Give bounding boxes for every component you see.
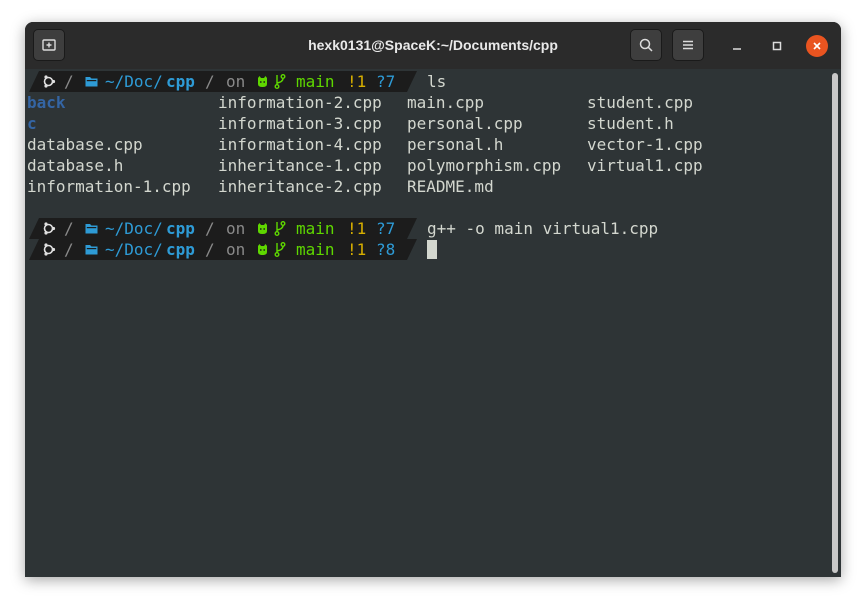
git-untracked-count: ?7 <box>376 72 396 91</box>
prompt-separator: / <box>64 72 74 91</box>
prompt-separator: / <box>205 240 215 259</box>
file-entry: inheritance-2.cpp <box>218 177 382 196</box>
file-entry: information-3.cpp <box>218 114 382 133</box>
git-modified-count: !1 <box>347 72 367 91</box>
close-button[interactable] <box>806 35 828 57</box>
file-entry: main.cpp <box>407 93 485 112</box>
new-tab-icon <box>42 39 56 51</box>
prompt-dir-current: cpp <box>166 72 195 91</box>
github-icon <box>258 223 267 234</box>
ubuntu-icon <box>43 222 56 235</box>
prompt-on-label: on <box>226 219 246 238</box>
file-entry: polymorphism.cpp <box>407 156 562 175</box>
github-icon <box>258 244 267 255</box>
git-untracked-count: ?7 <box>376 219 396 238</box>
git-modified-count: !1 <box>347 240 367 259</box>
git-branch-icon <box>274 74 286 89</box>
github-icon <box>258 76 267 87</box>
file-entry: database.cpp <box>27 135 143 154</box>
terminal-body[interactable]: / ~/Doc/ cpp / on main !1 ?7 ls back c d… <box>25 69 841 577</box>
file-entry: virtual1.cpp <box>587 156 703 175</box>
file-entry: information-1.cpp <box>27 177 191 196</box>
prompt-separator: / <box>64 240 74 259</box>
file-entry: personal.cpp <box>407 114 523 133</box>
search-button[interactable] <box>630 29 662 61</box>
prompt-line: / ~/Doc/ cpp / on main !1 ?7 <box>25 218 417 239</box>
git-modified-count: !1 <box>347 219 367 238</box>
git-branch-name: main <box>296 219 335 238</box>
git-branch-icon <box>274 242 286 257</box>
command-text: ls <box>427 72 447 91</box>
text-cursor <box>427 240 437 259</box>
prompt-dir-prefix: ~/Doc/ <box>105 219 163 238</box>
hamburger-icon <box>683 40 693 50</box>
file-entry: vector-1.cpp <box>587 135 703 154</box>
title-bar: hexk0131@SpaceK:~/Documents/cpp <box>25 22 841 69</box>
folder-entry: c <box>27 114 37 133</box>
git-branch-icon <box>274 221 286 236</box>
prompt-separator: / <box>205 72 215 91</box>
file-entry: information-4.cpp <box>218 135 382 154</box>
git-branch-name: main <box>296 240 335 259</box>
window-title: hexk0131@SpaceK:~/Documents/cpp <box>308 37 558 53</box>
maximize-button[interactable] <box>766 35 788 57</box>
ubuntu-icon <box>43 243 56 256</box>
menu-button[interactable] <box>672 29 704 61</box>
prompt-dir-prefix: ~/Doc/ <box>105 240 163 259</box>
prompt-line: / ~/Doc/ cpp / on main !1 ?8 <box>25 239 417 260</box>
file-entry: README.md <box>407 177 494 196</box>
minimize-button[interactable] <box>726 35 748 57</box>
git-branch-name: main <box>296 72 335 91</box>
scrollbar[interactable] <box>832 73 838 573</box>
prompt-dir-current: cpp <box>166 240 195 259</box>
command-text: g++ -o main virtual1.cpp <box>427 219 659 238</box>
git-untracked-count: ?8 <box>376 240 396 259</box>
new-tab-button[interactable] <box>33 29 65 61</box>
file-entry: information-2.cpp <box>218 93 382 112</box>
prompt-dir-prefix: ~/Doc/ <box>105 72 163 91</box>
folder-icon <box>85 245 98 255</box>
folder-icon <box>85 224 98 234</box>
prompt-separator: / <box>64 219 74 238</box>
prompt-on-label: on <box>226 240 246 259</box>
file-entry: student.cpp <box>587 93 693 112</box>
prompt-line: / ~/Doc/ cpp / on main !1 ?7 <box>25 71 417 92</box>
file-entry: inheritance-1.cpp <box>218 156 382 175</box>
maximize-icon <box>772 41 782 51</box>
folder-icon <box>85 77 98 87</box>
prompt-dir-current: cpp <box>166 219 195 238</box>
file-entry: personal.h <box>407 135 504 154</box>
prompt-separator: / <box>205 219 215 238</box>
close-icon <box>813 42 821 50</box>
terminal-window: hexk0131@SpaceK:~/Documents/cpp / ~/Doc/… <box>25 22 841 577</box>
minimize-icon <box>733 48 741 50</box>
prompt-on-label: on <box>226 72 246 91</box>
folder-entry: back <box>27 93 66 112</box>
ubuntu-icon <box>43 75 56 88</box>
file-entry: student.h <box>587 114 674 133</box>
search-icon <box>639 38 653 52</box>
file-entry: database.h <box>27 156 124 175</box>
